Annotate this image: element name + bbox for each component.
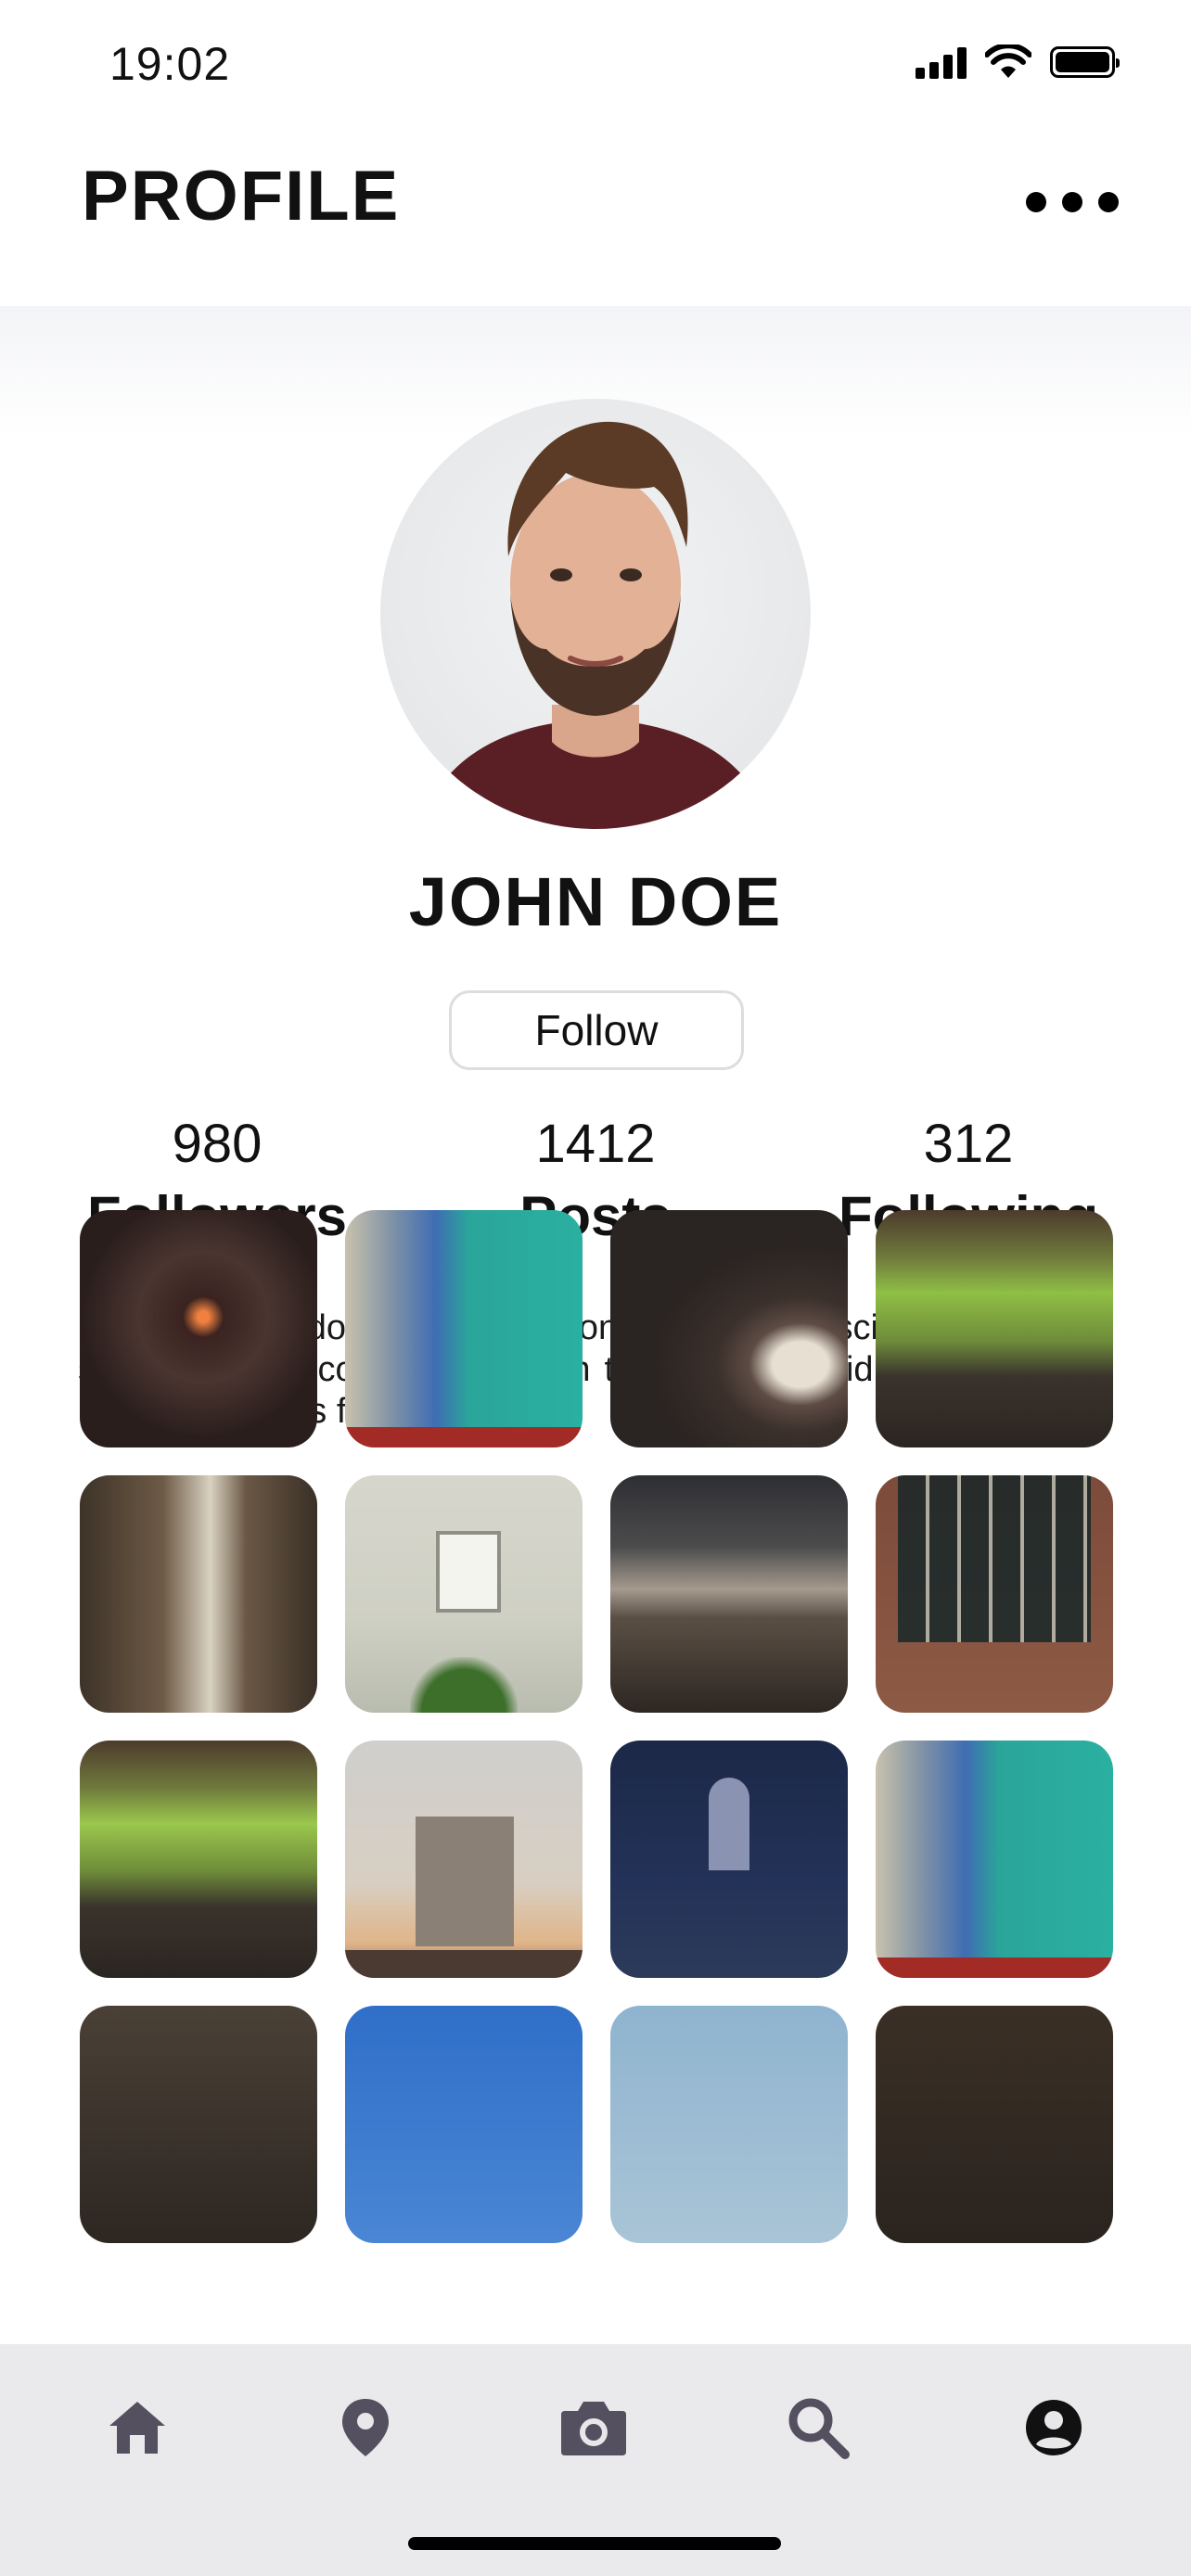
- avatar: [380, 399, 811, 829]
- battery-icon: [1050, 46, 1120, 78]
- camera-icon: [561, 2402, 626, 2455]
- tab-profile[interactable]: [1017, 2391, 1091, 2465]
- photo-grid: [80, 1210, 1113, 2243]
- photo-thumbnail[interactable]: [345, 1741, 583, 1978]
- follow-button[interactable]: Follow: [449, 990, 744, 1070]
- header: PROFILE: [0, 130, 1191, 306]
- photo-thumbnail[interactable]: [610, 1475, 848, 1713]
- status-bar: 19:02: [0, 0, 1191, 130]
- more-options-icon[interactable]: [1026, 174, 1119, 230]
- home-icon: [109, 2402, 165, 2454]
- status-icons: [916, 45, 1120, 80]
- wifi-icon: [985, 45, 1031, 78]
- status-time: 19:02: [109, 38, 231, 90]
- photo-thumbnail[interactable]: [80, 1741, 317, 1978]
- photo-thumbnail[interactable]: [345, 2006, 583, 2243]
- posts-count: 1412: [535, 1114, 656, 1174]
- profile-name: JOHN DOE: [408, 863, 783, 940]
- signal-icon: [916, 45, 967, 79]
- location-pin-icon: [342, 2399, 389, 2456]
- photo-thumbnail[interactable]: [610, 1741, 848, 1978]
- photo-thumbnail[interactable]: [876, 2006, 1113, 2243]
- photo-thumbnail[interactable]: [80, 1210, 317, 1447]
- photo-thumbnail[interactable]: [345, 1210, 583, 1447]
- search-icon: [788, 2398, 850, 2459]
- account-icon: [1026, 2400, 1082, 2455]
- page-title: PROFILE: [82, 157, 401, 236]
- photo-thumbnail[interactable]: [80, 1475, 317, 1713]
- following-count: 312: [923, 1114, 1014, 1174]
- photo-thumbnail[interactable]: [876, 1210, 1113, 1447]
- tab-home[interactable]: [100, 2391, 174, 2465]
- photo-thumbnail[interactable]: [876, 1475, 1113, 1713]
- followers-count: 980: [172, 1114, 263, 1174]
- photo-thumbnail[interactable]: [345, 1475, 583, 1713]
- tab-camera[interactable]: [557, 2391, 631, 2465]
- photo-thumbnail[interactable]: [610, 2006, 848, 2243]
- tab-search[interactable]: [781, 2391, 855, 2465]
- photo-thumbnail[interactable]: [610, 1210, 848, 1447]
- photo-thumbnail[interactable]: [80, 2006, 317, 2243]
- home-indicator[interactable]: [408, 2537, 781, 2550]
- photo-thumbnail[interactable]: [876, 1741, 1113, 1978]
- tab-location[interactable]: [328, 2391, 403, 2465]
